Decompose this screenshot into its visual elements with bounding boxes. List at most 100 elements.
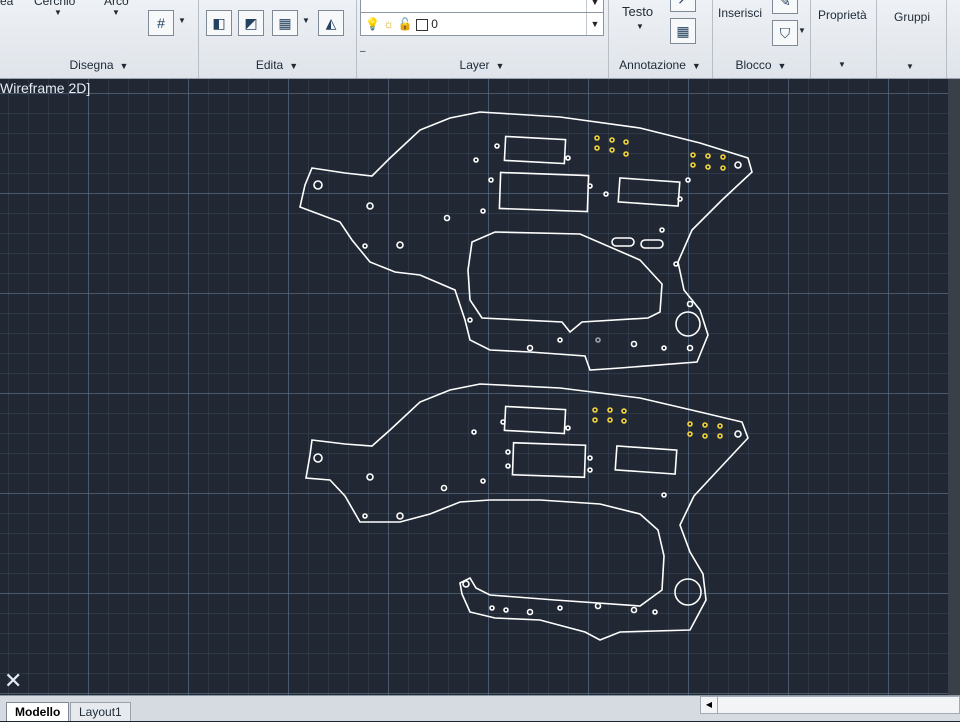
table-icon[interactable]: ▦ bbox=[670, 18, 696, 44]
layer-current-combo[interactable]: 💡 ☼ 🔓 0 ▼ bbox=[360, 12, 604, 36]
panel-layer: ▼ 💡 ☼ 🔓 0 ▼ – Layer ▼ bbox=[356, 0, 609, 78]
hole bbox=[587, 467, 593, 473]
block-attribute-icon[interactable]: ⛉ bbox=[772, 20, 798, 46]
hole bbox=[659, 227, 665, 233]
layer-extra-label: – bbox=[360, 46, 366, 57]
testo-label[interactable]: Testo bbox=[622, 4, 653, 19]
part-lower-slot-2[interactable] bbox=[511, 441, 587, 479]
panel-gruppi: Gruppi ▼ bbox=[876, 0, 947, 78]
gruppi-label[interactable]: Gruppi bbox=[894, 10, 930, 24]
ucs-close-icon[interactable]: ✕ bbox=[4, 668, 22, 694]
hole bbox=[489, 605, 495, 611]
leader-icon[interactable]: ↗ bbox=[670, 0, 696, 12]
cerchio-dropdown-icon[interactable]: ▼ bbox=[54, 8, 62, 17]
panel-title-edita[interactable]: Edita ▼ bbox=[198, 58, 356, 72]
hole bbox=[462, 580, 470, 588]
scale-icon[interactable]: ◩ bbox=[238, 10, 264, 36]
layer-color-swatch bbox=[415, 18, 428, 31]
hole bbox=[396, 241, 404, 249]
hole bbox=[467, 317, 473, 323]
array-dropdown-icon[interactable]: ▼ bbox=[302, 16, 310, 25]
hole bbox=[685, 177, 691, 183]
lightbulb-icon: 💡 bbox=[365, 17, 380, 31]
hole bbox=[362, 513, 368, 519]
hole bbox=[362, 243, 368, 249]
scroll-left-icon[interactable]: ◀ bbox=[701, 697, 718, 713]
hole bbox=[494, 143, 500, 149]
chassis-part-lower[interactable] bbox=[305, 383, 749, 641]
horizontal-scrollbar[interactable]: ◀ bbox=[700, 696, 960, 714]
stretch-icon[interactable]: ◧ bbox=[206, 10, 232, 36]
hole bbox=[630, 340, 638, 348]
hatch-dropdown-icon[interactable]: ▼ bbox=[178, 16, 186, 25]
panel-title-disegna[interactable]: Disegna ▼ bbox=[0, 58, 198, 72]
vertical-scrollbar[interactable] bbox=[948, 79, 960, 695]
hole bbox=[473, 157, 479, 163]
match-properties-icon[interactable]: ◭ bbox=[318, 10, 344, 36]
part-upper-slot-3[interactable] bbox=[617, 177, 681, 207]
inserisci-label[interactable]: Inserisci bbox=[718, 6, 762, 20]
hole bbox=[603, 191, 609, 197]
part-upper-cutout[interactable] bbox=[467, 231, 663, 334]
hole bbox=[396, 512, 404, 520]
hole bbox=[661, 345, 667, 351]
hole bbox=[661, 492, 667, 498]
proprieta-label[interactable]: Proprietà bbox=[818, 8, 867, 22]
hole bbox=[366, 202, 374, 210]
panel-title-layer[interactable]: Layer ▼ bbox=[356, 58, 608, 72]
part-upper-slot-5[interactable] bbox=[640, 239, 664, 249]
hole bbox=[734, 161, 742, 169]
chassis-part-upper[interactable] bbox=[299, 111, 753, 371]
arco-dropdown-icon[interactable]: ▼ bbox=[112, 8, 120, 17]
hole bbox=[505, 463, 511, 469]
panel-edita: ◧ ◩ ▦ ▼ ◭ Edita ▼ bbox=[198, 0, 357, 78]
hole bbox=[565, 155, 571, 161]
tab-modello[interactable]: Modello bbox=[6, 702, 70, 721]
cerchio-label[interactable]: Cerchio bbox=[34, 0, 75, 8]
part-lower-big-hole[interactable] bbox=[674, 578, 702, 606]
part-upper-slot-4[interactable] bbox=[611, 237, 635, 247]
gruppi-dropdown-icon[interactable]: ▼ bbox=[906, 62, 914, 71]
hole bbox=[313, 453, 323, 463]
hole bbox=[734, 430, 742, 438]
arco-label[interactable]: Arco bbox=[104, 0, 129, 8]
hole bbox=[557, 605, 563, 611]
proprieta-dropdown-icon[interactable]: ▼ bbox=[838, 60, 846, 69]
lock-icon: 🔓 bbox=[397, 17, 413, 31]
tab-layout1[interactable]: Layout1 bbox=[70, 702, 131, 721]
panel-title-annotazione[interactable]: Annotazione ▼ bbox=[608, 58, 712, 72]
hole bbox=[503, 607, 509, 613]
hole bbox=[594, 602, 602, 610]
part-upper-big-hole[interactable] bbox=[675, 311, 701, 337]
part-upper-slot-1[interactable] bbox=[503, 135, 567, 165]
block-edit-icon[interactable]: ✎ bbox=[772, 0, 798, 14]
sun-icon: ☼ bbox=[383, 17, 395, 31]
part-lower-slot-3[interactable] bbox=[614, 445, 678, 475]
panel-proprieta: Proprietà ▼ bbox=[810, 0, 877, 78]
array-icon[interactable]: ▦ bbox=[272, 10, 298, 36]
panel-blocco: Inserisci ✎ ⛉ ▼ Blocco ▼ bbox=[712, 0, 811, 78]
hole bbox=[630, 606, 638, 614]
hole bbox=[471, 429, 477, 435]
hole bbox=[673, 261, 679, 267]
part-upper-slot-2[interactable] bbox=[498, 171, 590, 213]
hole bbox=[557, 337, 563, 343]
part-upper-outline[interactable] bbox=[299, 111, 753, 371]
hole bbox=[440, 484, 448, 492]
block-dropdown-icon[interactable]: ▼ bbox=[798, 26, 806, 35]
hole bbox=[587, 183, 593, 189]
current-layer-name: 0 bbox=[431, 17, 438, 31]
part-lower-slot-1[interactable] bbox=[503, 405, 567, 435]
hatch-icon[interactable]: # bbox=[148, 10, 174, 36]
panel-title-blocco[interactable]: Blocco ▼ bbox=[712, 58, 810, 72]
hole bbox=[505, 449, 511, 455]
hole bbox=[686, 344, 694, 352]
part-lower-outline[interactable] bbox=[305, 383, 749, 641]
hole bbox=[677, 196, 683, 202]
hole bbox=[313, 180, 323, 190]
drawing-svg[interactable] bbox=[0, 79, 948, 695]
testo-dropdown-icon[interactable]: ▼ bbox=[636, 22, 644, 31]
linea-label[interactable]: ea bbox=[0, 0, 13, 8]
hole bbox=[366, 473, 374, 481]
ribbon: ea Cerchio Arco ▼ ▼ # ▼ Disegna ▼ ◧ ◩ ▦ ▼… bbox=[0, 0, 960, 79]
